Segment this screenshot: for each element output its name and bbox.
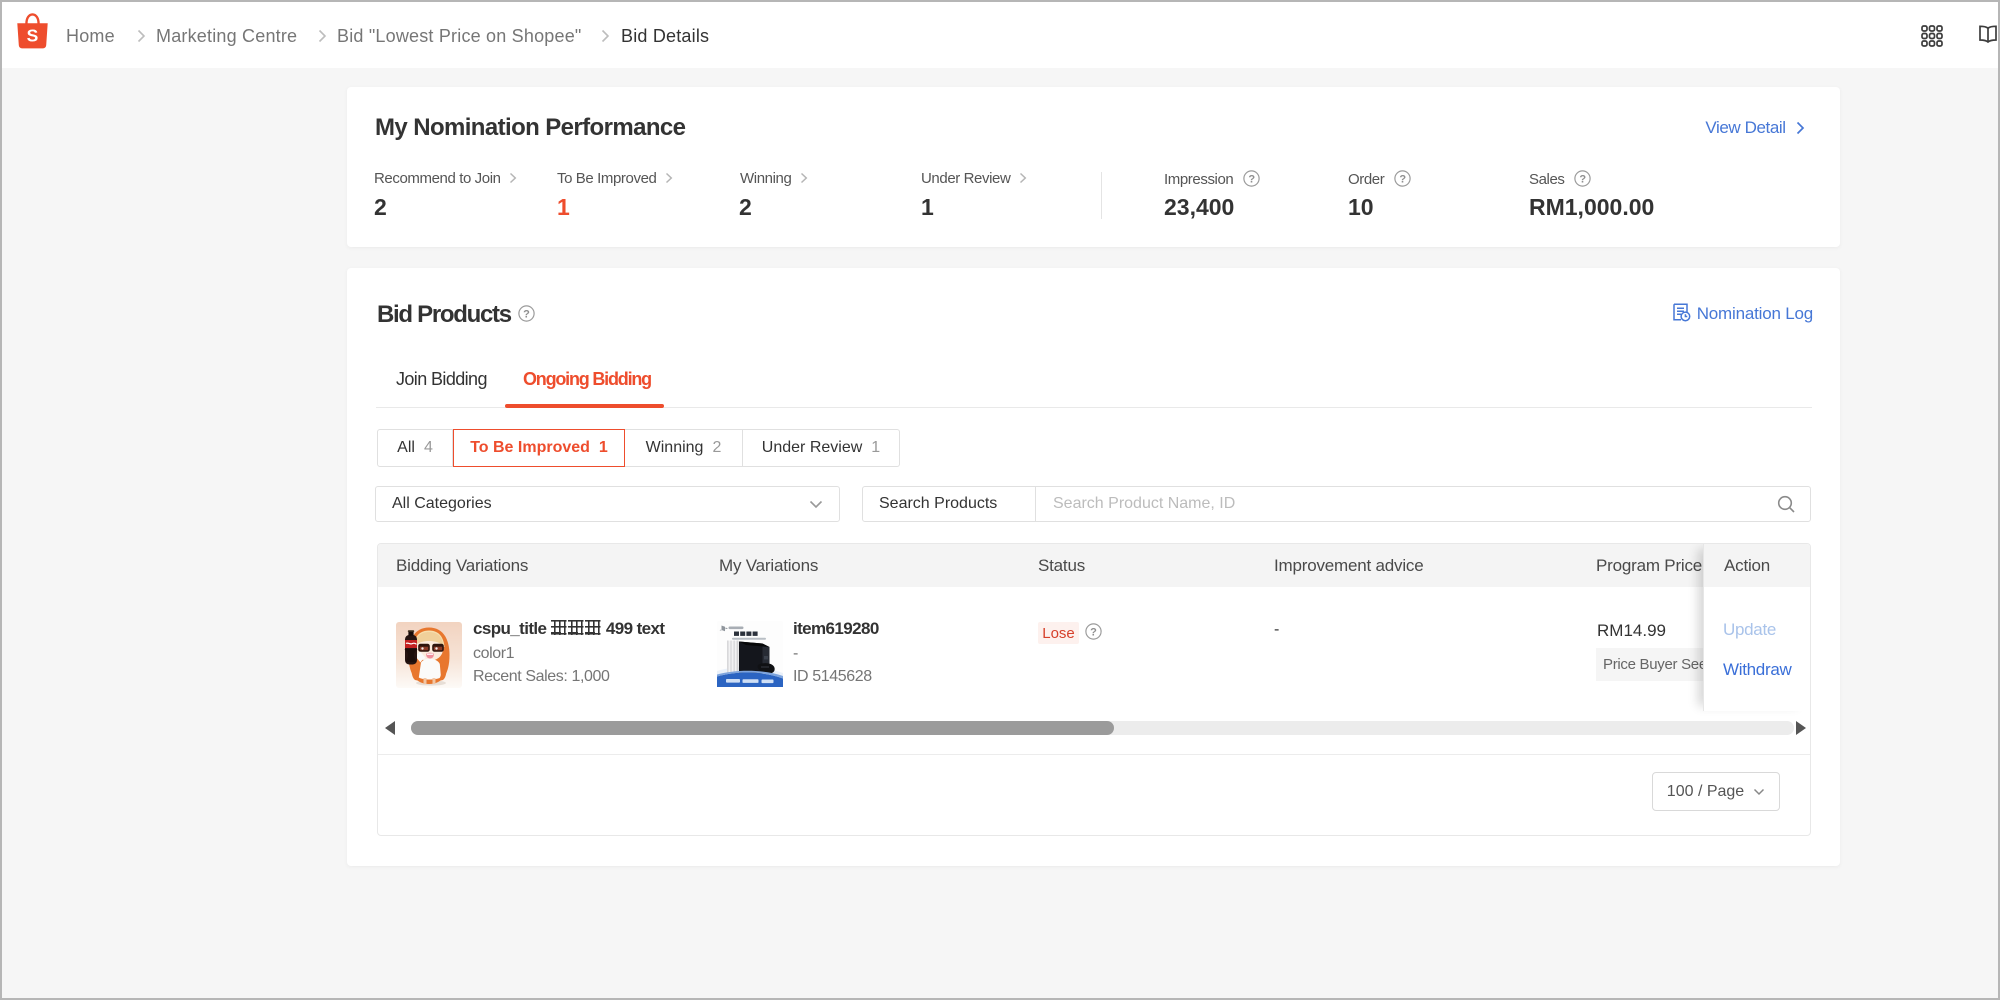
svg-text:?: ? <box>1248 173 1255 185</box>
svg-text:?: ? <box>1399 173 1406 185</box>
svg-text:?: ? <box>523 308 530 320</box>
svg-text:S: S <box>27 26 39 46</box>
svg-text:?: ? <box>1580 173 1587 185</box>
svg-text:?: ? <box>1090 626 1097 638</box>
